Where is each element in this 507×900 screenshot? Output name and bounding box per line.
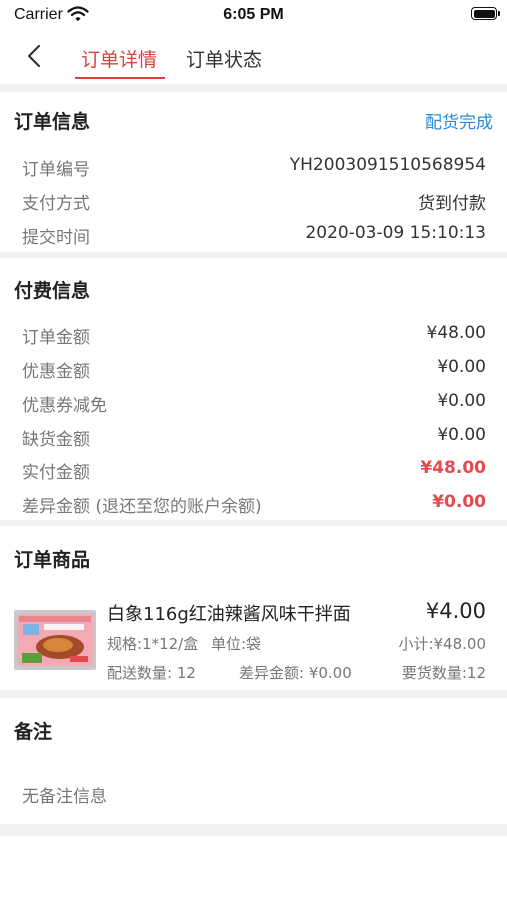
payment-row: 缺货金额 ¥0.00: [22, 425, 486, 455]
difference-amount-value: ¥0.00: [432, 492, 486, 512]
product-image: [14, 610, 96, 670]
tab-order-status[interactable]: 订单状态: [186, 45, 262, 72]
battery-icon: [471, 7, 500, 20]
product-name: 白象116g红油辣酱风味干拌面: [107, 604, 351, 625]
clock: 6:05 PM: [223, 6, 284, 23]
row-label: 实付金额: [22, 463, 90, 483]
payment-row: 实付金额 ¥48.00: [22, 458, 486, 488]
status-bar: Carrier 6:05 PM: [0, 0, 507, 32]
row-label: 支付方式: [22, 194, 90, 214]
required-quantity: 要货数量:12: [401, 664, 486, 682]
row-label: 优惠券减免: [22, 396, 107, 416]
payment-method-value: 货到付款: [418, 194, 486, 214]
product-price: ¥4.00: [425, 599, 486, 623]
difference-amount: 差异金额: ¥0.00: [239, 664, 352, 682]
payment-info-title: 付费信息: [14, 280, 91, 302]
payment-row: 差异金额 (退还至您的账户余额) ¥0.00: [22, 492, 486, 522]
paid-amount-value: ¥48.00: [420, 458, 486, 478]
payment-method-row: 支付方式 货到付款: [22, 189, 486, 219]
submit-time-row: 提交时间 2020-03-09 15:10:13: [22, 223, 486, 253]
section-divider: [0, 252, 507, 258]
payment-row: 优惠金额 ¥0.00: [22, 357, 486, 387]
order-status-badge[interactable]: 配货完成: [425, 108, 493, 133]
section-divider: [0, 84, 507, 92]
payment-row: 优惠券减免 ¥0.00: [22, 391, 486, 421]
remark-text: 无备注信息: [22, 787, 107, 807]
row-label: 提交时间: [22, 228, 90, 248]
section-divider: [0, 520, 507, 526]
product-spec: 规格:1*12/盒: [107, 635, 199, 653]
chevron-left-icon: [27, 44, 41, 68]
nav-bar: 订单详情 订单状态: [0, 32, 507, 82]
row-label: 差异金额 (退还至您的账户余额): [22, 497, 262, 517]
order-number-row: 订单编号 YH2003091510568954: [22, 155, 486, 185]
order-number-value: YH2003091510568954: [289, 155, 486, 175]
section-divider: [0, 824, 507, 836]
shortage-amount-value: ¥0.00: [437, 425, 486, 445]
row-label: 订单编号: [22, 160, 90, 180]
active-tab-indicator: [75, 77, 165, 79]
order-amount-value: ¥48.00: [426, 323, 486, 343]
product-subtotal: 小计:¥48.00: [398, 635, 486, 653]
order-info-title: 订单信息: [14, 111, 91, 133]
submit-time-value: 2020-03-09 15:10:13: [305, 223, 486, 243]
back-button[interactable]: [20, 42, 50, 72]
row-label: 订单金额: [22, 328, 90, 348]
discount-amount-value: ¥0.00: [437, 357, 486, 377]
payment-row: 订单金额 ¥48.00: [22, 323, 486, 353]
remark-title: 备注: [14, 721, 53, 743]
delivered-quantity: 配送数量: 12: [107, 664, 196, 682]
product-unit: 单位:袋: [211, 635, 262, 653]
order-goods-title: 订单商品: [14, 549, 91, 571]
section-divider: [0, 690, 507, 698]
tab-order-detail[interactable]: 订单详情: [81, 45, 157, 72]
coupon-amount-value: ¥0.00: [437, 391, 486, 411]
row-label: 优惠金额: [22, 362, 90, 382]
row-label: 缺货金额: [22, 430, 90, 450]
